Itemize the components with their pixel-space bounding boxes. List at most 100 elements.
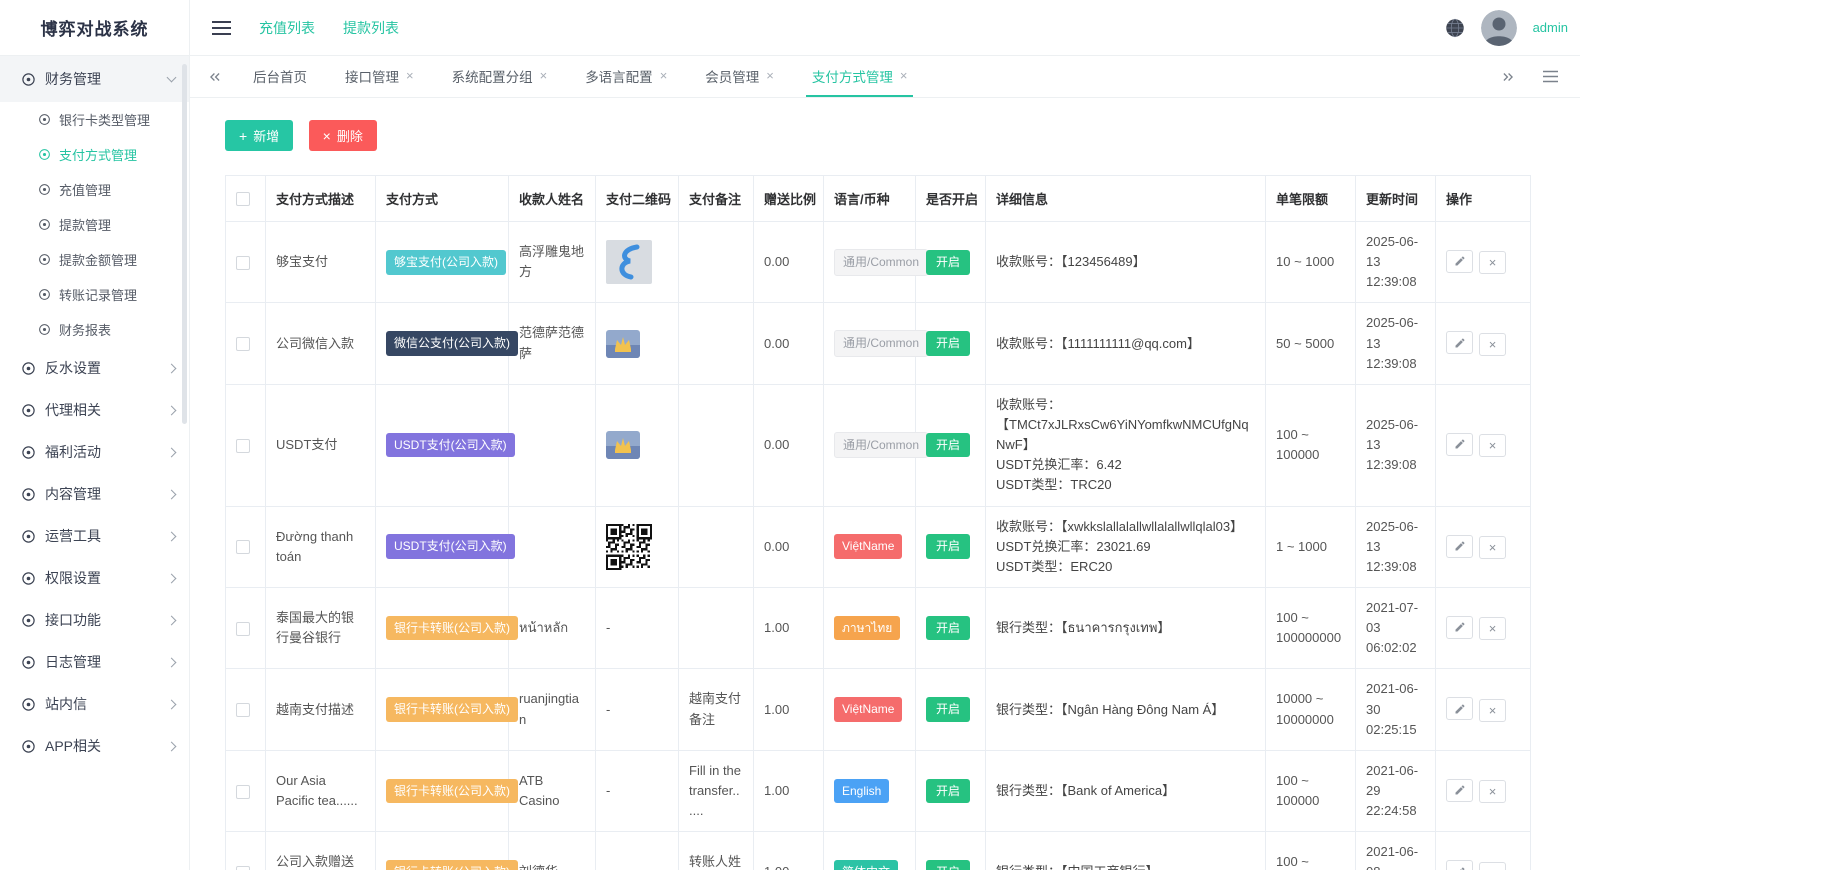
sidebar-item-payment-method[interactable]: 支付方式管理 xyxy=(0,137,189,172)
sidebar-group-app[interactable]: APP相关 xyxy=(0,725,189,767)
enabled-badge[interactable]: 开启 xyxy=(926,779,970,804)
add-button[interactable]: + 新增 xyxy=(225,120,293,151)
tab-close-icon[interactable]: × xyxy=(660,69,668,82)
edit-icon xyxy=(1454,784,1466,796)
detail-line: 银行类型：【ธนาคารกรุงเทพ】 xyxy=(996,618,1255,638)
row-checkbox[interactable] xyxy=(236,540,250,554)
enabled-badge[interactable]: 开启 xyxy=(926,250,970,275)
edit-button[interactable] xyxy=(1446,433,1473,456)
enabled-badge[interactable]: 开启 xyxy=(926,616,970,641)
sidebar-group-operation[interactable]: 运营工具 xyxy=(0,515,189,557)
chevron-right-icon xyxy=(167,531,177,541)
row-delete-button[interactable]: × xyxy=(1479,251,1506,274)
tab-close-icon[interactable]: × xyxy=(766,69,774,82)
cell-details: 银行类型：【Ngân Hàng Đông Nam Á】 xyxy=(986,669,1266,750)
enabled-badge[interactable]: 开启 xyxy=(926,860,970,870)
cell-qr-code xyxy=(596,222,679,303)
cell-language: ViệtName xyxy=(824,669,916,750)
sidebar-group-content[interactable]: 内容管理 xyxy=(0,473,189,515)
row-checkbox[interactable] xyxy=(236,622,250,636)
row-delete-button[interactable]: × xyxy=(1479,617,1506,640)
tab-menu-icon[interactable] xyxy=(1539,70,1562,83)
sidebar-item-transfer-record[interactable]: 转账记录管理 xyxy=(0,277,189,312)
sidebar-item-label: 充值管理 xyxy=(59,180,111,199)
sidebar-item-recharge[interactable]: 充值管理 xyxy=(0,172,189,207)
cell-method: 银行卡转账(公司入款) xyxy=(376,669,509,750)
row-checkbox[interactable] xyxy=(236,703,250,717)
hamburger-icon[interactable] xyxy=(212,21,231,35)
payment-method-badge: USDT支付(公司入款) xyxy=(386,534,515,559)
sidebar-group-agent[interactable]: 代理相关 xyxy=(0,389,189,431)
tab-interface-manage[interactable]: 接口管理× xyxy=(339,56,420,97)
edit-button[interactable] xyxy=(1446,331,1473,354)
scroll-tabs-left-icon[interactable] xyxy=(204,56,226,97)
row-checkbox[interactable] xyxy=(236,439,250,453)
tab-member-manage[interactable]: 会员管理× xyxy=(699,56,780,97)
row-checkbox[interactable] xyxy=(236,256,250,270)
column-header-lang: 语言/币种 xyxy=(824,176,916,222)
tab-home[interactable]: 后台首页 xyxy=(247,56,313,97)
sidebar-item-bank-card-type[interactable]: 银行卡类型管理 xyxy=(0,102,189,137)
sidebar-group-finance[interactable]: 财务管理 xyxy=(0,56,189,102)
recharge-list-link[interactable]: 充值列表 xyxy=(259,18,315,38)
user-avatar[interactable] xyxy=(1481,10,1517,46)
cell-actions: × xyxy=(1436,384,1531,506)
table-row: 公司微信入款微信公支付(公司入款)范德萨范德萨0.00通用/Common开启收款… xyxy=(226,303,1531,384)
cell-note xyxy=(679,222,754,303)
cell-enabled: 开启 xyxy=(916,222,986,303)
cell-enabled: 开启 xyxy=(916,832,986,870)
chevron-right-icon xyxy=(167,573,177,583)
sidebar-group-rebate[interactable]: 反水设置 xyxy=(0,347,189,389)
enabled-badge[interactable]: 开启 xyxy=(926,534,970,559)
sidebar-group-log[interactable]: 日志管理 xyxy=(0,641,189,683)
row-checkbox[interactable] xyxy=(236,785,250,799)
enabled-badge[interactable]: 开启 xyxy=(926,433,970,458)
tab-close-icon[interactable]: × xyxy=(406,69,414,82)
sidebar-group-interface[interactable]: 接口功能 xyxy=(0,599,189,641)
row-delete-button[interactable]: × xyxy=(1479,536,1506,559)
row-delete-button[interactable]: × xyxy=(1479,333,1506,356)
circle-icon xyxy=(38,183,51,196)
row-delete-button[interactable]: × xyxy=(1479,780,1506,803)
sidebar-group-welfare[interactable]: 福利活动 xyxy=(0,431,189,473)
edit-button[interactable] xyxy=(1446,860,1473,870)
sidebar-scrollbar[interactable] xyxy=(182,64,187,424)
cell-language: 通用/Common xyxy=(824,222,916,303)
detail-line: 银行类型：【Ngân Hàng Đông Nam Á】 xyxy=(996,700,1255,720)
globe-icon[interactable] xyxy=(1445,18,1465,38)
row-checkbox[interactable] xyxy=(236,337,250,351)
tab-payment-method[interactable]: 支付方式管理× xyxy=(806,56,914,97)
cell-payee xyxy=(509,506,596,587)
enabled-badge[interactable]: 开启 xyxy=(926,697,970,722)
withdraw-list-link[interactable]: 提款列表 xyxy=(343,18,399,38)
enabled-badge[interactable]: 开启 xyxy=(926,331,970,356)
row-delete-button[interactable]: × xyxy=(1479,862,1506,870)
tab-close-icon[interactable]: × xyxy=(900,69,908,82)
sidebar-group-message[interactable]: 站内信 xyxy=(0,683,189,725)
edit-button[interactable] xyxy=(1446,779,1473,802)
scroll-tabs-right-icon[interactable] xyxy=(1497,70,1519,84)
edit-button[interactable] xyxy=(1446,697,1473,720)
tab-bar-right xyxy=(1497,56,1566,97)
sidebar-item-withdrawal[interactable]: 提款管理 xyxy=(0,207,189,242)
admin-username[interactable]: admin xyxy=(1533,20,1568,35)
row-delete-button[interactable]: × xyxy=(1479,434,1506,457)
tab-multi-language[interactable]: 多语言配置× xyxy=(579,56,673,97)
tab-system-config-group[interactable]: 系统配置分组× xyxy=(446,56,554,97)
circle-icon xyxy=(38,148,51,161)
circle-icon xyxy=(21,571,36,586)
table-row: Our Asia Pacific tea......银行卡转账(公司入款)ATB… xyxy=(226,750,1531,831)
sidebar-item-withdrawal-amount[interactable]: 提款金额管理 xyxy=(0,242,189,277)
edit-button[interactable] xyxy=(1446,616,1473,639)
edit-button[interactable] xyxy=(1446,250,1473,273)
sidebar-group-permission[interactable]: 权限设置 xyxy=(0,557,189,599)
cell-select xyxy=(226,669,266,750)
tab-close-icon[interactable]: × xyxy=(540,69,548,82)
sidebar-item-finance-report[interactable]: 财务报表 xyxy=(0,312,189,347)
cell-ratio: 1.00 xyxy=(754,750,824,831)
row-checkbox[interactable] xyxy=(236,866,250,870)
row-delete-button[interactable]: × xyxy=(1479,699,1506,722)
edit-button[interactable] xyxy=(1446,535,1473,558)
select-all-checkbox[interactable] xyxy=(236,192,250,206)
delete-button[interactable]: × 删除 xyxy=(309,120,377,151)
